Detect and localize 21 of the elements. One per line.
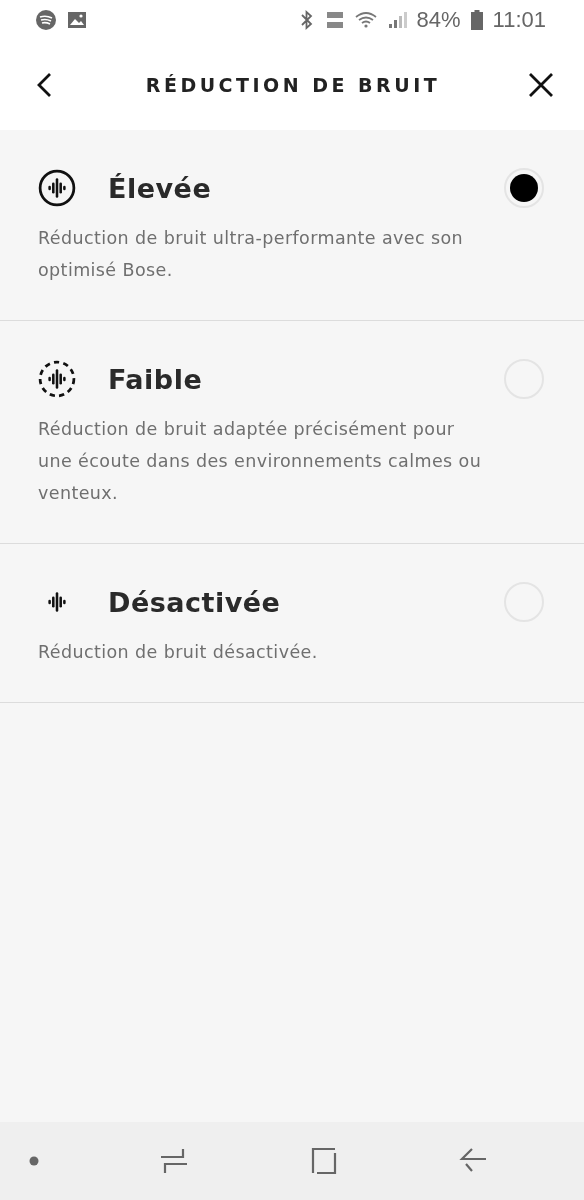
option-title: Élevée [108, 172, 213, 204]
page-title: RÉDUCTION DE BRUIT [145, 74, 441, 96]
option-description: Réduction de bruit ultra-performante avec son optimisé Bose. [38, 227, 465, 282]
option-title: Désactivée [108, 586, 282, 618]
radio-button[interactable] [504, 168, 544, 208]
clock: 11:01 [492, 7, 546, 33]
option-title: Faible [108, 363, 204, 395]
option-description: Réduction de bruit désactivée. [38, 641, 319, 664]
close-icon [528, 72, 554, 98]
signal-icon [386, 11, 407, 29]
dot-icon[interactable] [28, 1155, 40, 1167]
sound-wave-dashed-circle-icon [38, 360, 76, 398]
recent-apps-icon[interactable] [159, 1146, 190, 1176]
battery-percent: 84% [416, 7, 461, 33]
image-icon [67, 11, 87, 29]
option-description: Réduction de bruit adaptée précisément pour une écoute dans des environnements calmes ou venteux. [38, 418, 483, 505]
bluetooth-icon [298, 9, 315, 31]
wifi-icon [354, 11, 377, 29]
battery-icon [470, 10, 483, 30]
music-app-icon [35, 9, 57, 31]
sound-wave-circle-icon [38, 169, 76, 207]
